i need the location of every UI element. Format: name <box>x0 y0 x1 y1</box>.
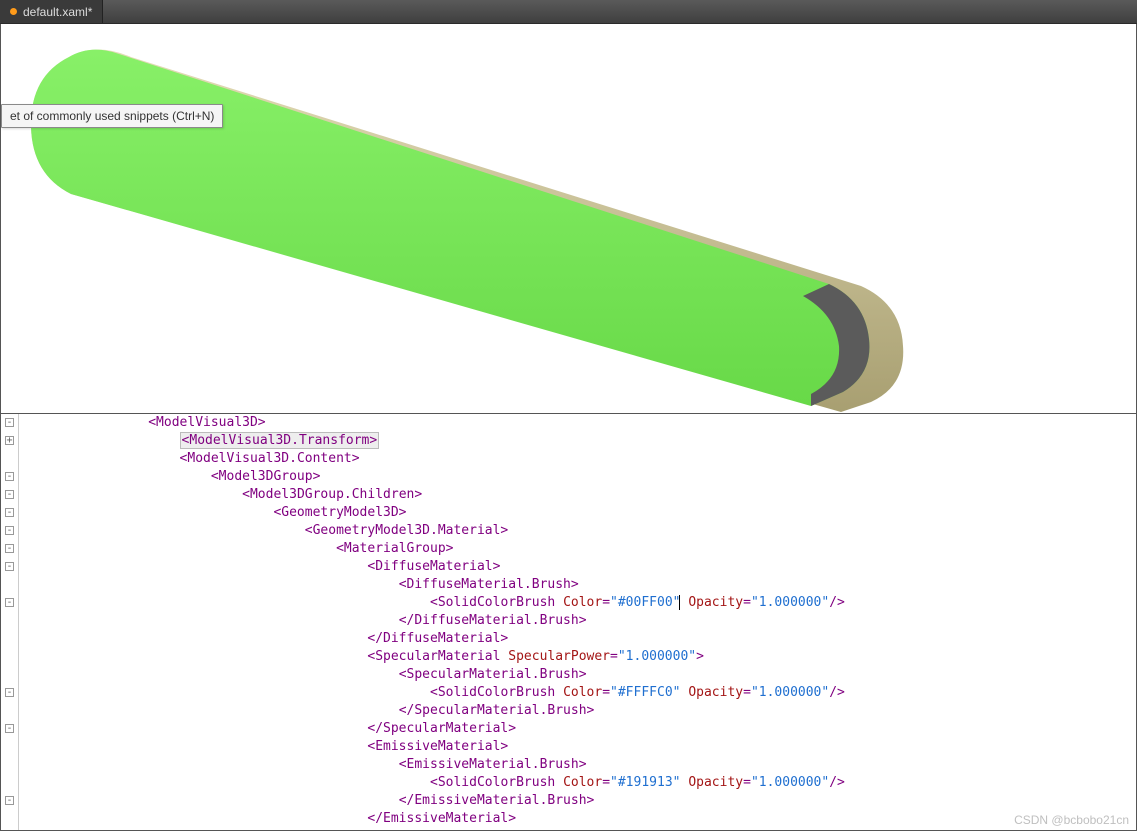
fold-toggle[interactable]: - <box>1 414 18 432</box>
fold-toggle[interactable]: - <box>1 594 18 612</box>
fold-toggle[interactable] <box>1 702 18 720</box>
fold-toggle[interactable] <box>1 576 18 594</box>
fold-toggle[interactable] <box>1 450 18 468</box>
fold-toggle[interactable] <box>1 738 18 756</box>
tooltip-snippets: et of commonly used snippets (Ctrl+N) <box>1 104 223 128</box>
fold-toggle[interactable] <box>1 810 18 828</box>
fold-toggle[interactable]: - <box>1 468 18 486</box>
fold-gutter[interactable]: -+----------- <box>1 414 19 830</box>
app-root: default.xaml* et of commonly used snip <box>0 0 1137 831</box>
tab-label: default.xaml* <box>23 5 92 19</box>
model-preview <box>1 24 1137 414</box>
fold-toggle[interactable]: + <box>1 432 18 450</box>
xaml-editor[interactable]: -+----------- <ModelVisual3D> <ModelVisu… <box>0 414 1137 831</box>
fold-toggle[interactable] <box>1 612 18 630</box>
fold-toggle[interactable]: - <box>1 684 18 702</box>
fold-toggle[interactable] <box>1 630 18 648</box>
fold-toggle[interactable] <box>1 774 18 792</box>
fold-toggle[interactable]: - <box>1 486 18 504</box>
xaml-code[interactable]: <ModelVisual3D> <ModelVisual3D.Transform… <box>19 414 845 830</box>
titlebar: default.xaml* <box>0 0 1137 24</box>
fold-toggle[interactable] <box>1 648 18 666</box>
fold-toggle[interactable]: - <box>1 558 18 576</box>
fold-toggle[interactable]: - <box>1 720 18 738</box>
watermark: CSDN @bcbobo21cn <box>1014 813 1129 827</box>
fold-toggle[interactable] <box>1 666 18 684</box>
fold-toggle[interactable]: - <box>1 792 18 810</box>
document-tab[interactable]: default.xaml* <box>0 0 103 23</box>
fold-toggle[interactable]: - <box>1 504 18 522</box>
fold-toggle[interactable]: - <box>1 522 18 540</box>
fold-toggle[interactable]: - <box>1 540 18 558</box>
design-surface[interactable]: et of commonly used snippets (Ctrl+N) <box>0 24 1137 414</box>
unsaved-dot-icon <box>10 8 17 15</box>
fold-toggle[interactable] <box>1 756 18 774</box>
